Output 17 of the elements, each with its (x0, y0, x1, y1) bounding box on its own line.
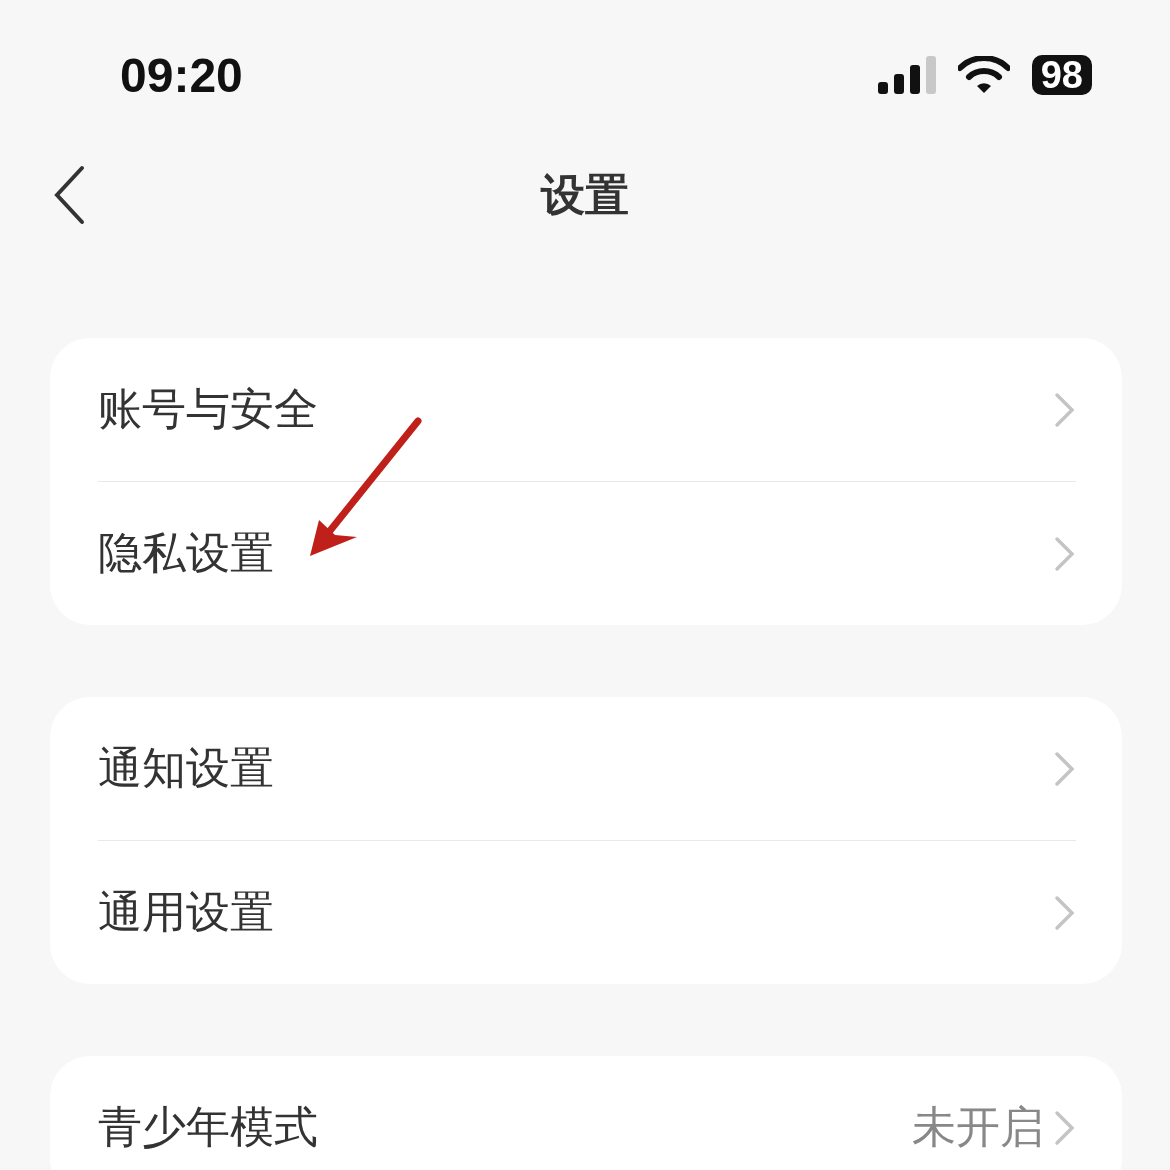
back-icon[interactable] (52, 165, 86, 225)
signal-icon (877, 56, 936, 94)
settings-item[interactable]: 隐私设置 (98, 524, 274, 583)
chevron-icon (1054, 1109, 1076, 1146)
chevron-icon (1054, 750, 1076, 787)
settings-item[interactable]: 账号与安全 (98, 380, 318, 439)
chevron-icon (1054, 535, 1076, 572)
chevron-icon (1054, 894, 1076, 931)
settings-item[interactable]: 通用设置 (98, 883, 274, 942)
item-value: 未开启 (912, 1100, 1044, 1154)
status-time: 09:20 (120, 47, 243, 103)
settings-item[interactable]: 通知设置 (98, 739, 274, 798)
page-title: 设置 (541, 167, 629, 222)
battery-level: 98 (1031, 55, 1092, 95)
settings-item[interactable]: 青少年模式 (98, 1098, 318, 1157)
wifi-icon (957, 56, 1010, 94)
chevron-icon (1054, 391, 1076, 428)
